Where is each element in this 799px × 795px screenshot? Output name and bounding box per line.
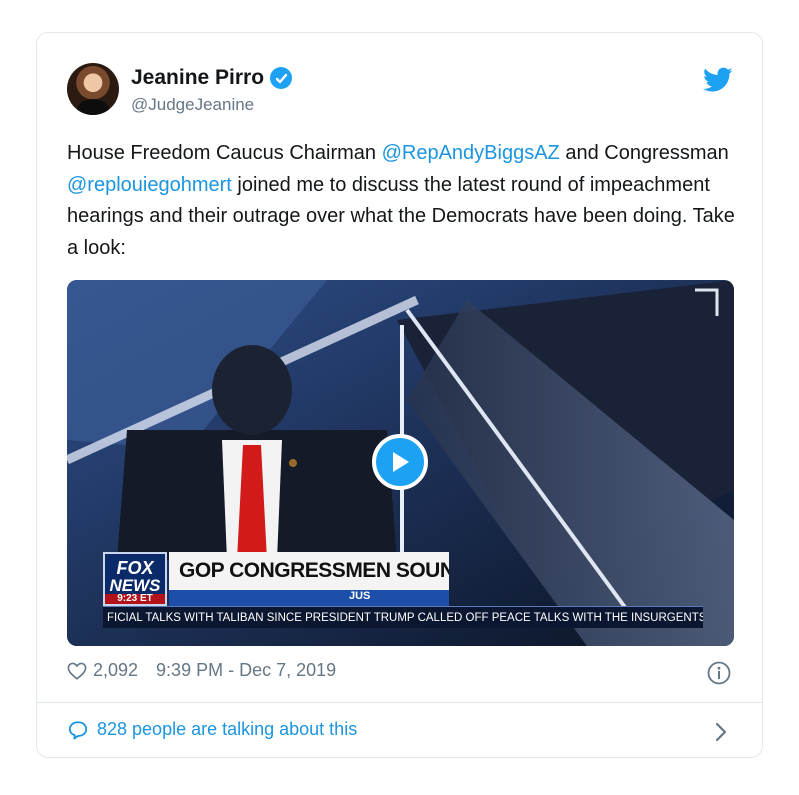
- conversation-label[interactable]: 828 people are talking about this: [97, 719, 357, 740]
- news-lower-third: FOX NEWS 9:23 ET GOP CONGRESSMEN SOUND J…: [103, 548, 734, 646]
- news-subheadline: JUS: [169, 590, 449, 606]
- chevron-right-icon[interactable]: [713, 721, 729, 743]
- conversation-link[interactable]: 828 people are talking about this: [67, 719, 357, 740]
- author-handle[interactable]: @JudgeJeanine: [131, 95, 254, 115]
- twitter-bird-icon[interactable]: [703, 67, 733, 93]
- like-count[interactable]: 2,092: [93, 660, 138, 681]
- fox-news-logo: FOX NEWS 9:23 ET: [103, 552, 167, 606]
- tweet-text-segment: and Congressman: [559, 142, 729, 164]
- tweet-card[interactable]: Jeanine Pirro @JudgeJeanine House Freedo…: [36, 32, 763, 758]
- author-name-row: Jeanine Pirro: [131, 66, 293, 90]
- divider: [37, 702, 762, 703]
- heart-icon[interactable]: [67, 662, 87, 680]
- author-name[interactable]: Jeanine Pirro: [131, 66, 264, 90]
- logo-fox-text: FOX: [116, 558, 154, 578]
- tweet-meta: 2,092 9:39 PM - Dec 7, 2019: [67, 660, 336, 681]
- logo-time: 9:23 ET: [105, 594, 165, 604]
- news-headline: GOP CONGRESSMEN SOUND: [169, 552, 449, 590]
- news-ticker: FICIAL TALKS WITH TALIBAN SINCE PRESIDEN…: [103, 606, 703, 628]
- mention-link[interactable]: @replouiegohmert: [67, 174, 232, 196]
- verified-badge-icon: [270, 67, 293, 89]
- video-player[interactable]: FOX NEWS 9:23 ET GOP CONGRESSMEN SOUND J…: [67, 280, 734, 646]
- play-icon: [393, 452, 409, 472]
- mention-link[interactable]: @RepAndyBiggsAZ: [382, 142, 560, 164]
- tweet-timestamp[interactable]: 9:39 PM - Dec 7, 2019: [156, 660, 336, 681]
- tweet-text: House Freedom Caucus Chairman @RepAndyBi…: [67, 138, 737, 264]
- play-button[interactable]: [372, 434, 428, 490]
- comment-bubble-icon: [68, 720, 88, 740]
- info-icon[interactable]: [707, 661, 731, 685]
- tweet-text-segment: House Freedom Caucus Chairman: [67, 142, 382, 164]
- logo-news-text: NEWS: [109, 576, 161, 595]
- avatar[interactable]: [67, 63, 119, 115]
